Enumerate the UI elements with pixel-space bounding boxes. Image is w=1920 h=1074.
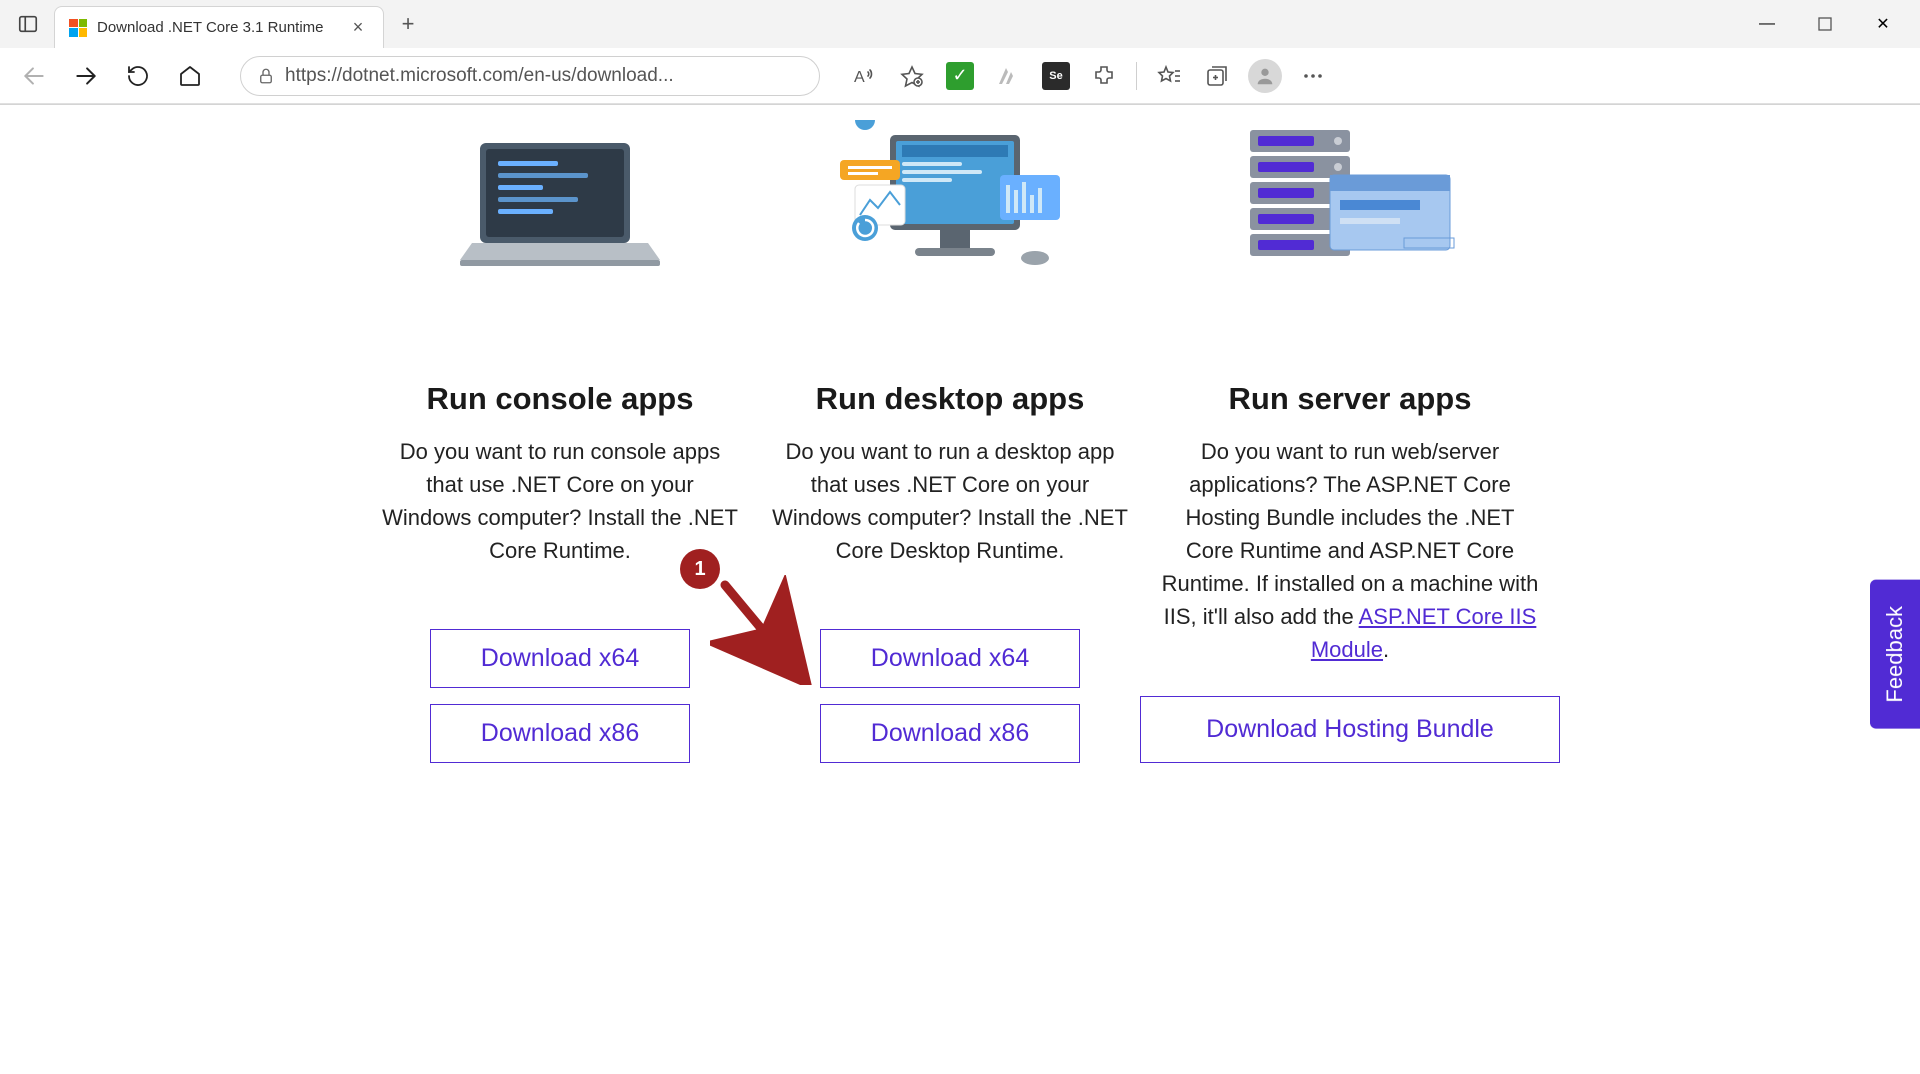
browser-toolbar: https://dotnet.microsoft.com/en-us/downl…	[0, 48, 1920, 104]
console-download-x86-button[interactable]: Download x86	[430, 704, 690, 763]
microsoft-logo-icon	[69, 19, 87, 37]
selenium-extension-button[interactable]: Se	[1034, 54, 1078, 98]
read-aloud-button[interactable]: A	[842, 54, 886, 98]
desktop-illustration	[770, 115, 1130, 285]
desktop-download-x86-button[interactable]: Download x86	[820, 704, 1080, 763]
window-close-button[interactable]: ✕	[1854, 4, 1912, 44]
url-text: https://dotnet.microsoft.com/en-us/downl…	[285, 65, 803, 87]
back-button[interactable]	[12, 54, 56, 98]
column-server: Run server apps Do you want to run web/s…	[1160, 115, 1540, 763]
column-console: Run console apps Do you want to run cons…	[380, 115, 740, 763]
server-download-hosting-bundle-button[interactable]: Download Hosting Bundle	[1140, 696, 1560, 763]
window-controls: — ✕	[1738, 4, 1912, 44]
desktop-download-x64-button[interactable]: Download x64	[820, 629, 1080, 688]
tab-title: Download .NET Core 3.1 Runtime	[97, 19, 337, 36]
browser-tab[interactable]: Download .NET Core 3.1 Runtime ×	[54, 6, 384, 48]
console-illustration	[380, 115, 740, 285]
server-illustration	[1160, 115, 1540, 285]
new-tab-button[interactable]: +	[390, 6, 426, 42]
tab-actions-button[interactable]	[8, 4, 48, 44]
extension-wing-button[interactable]	[986, 54, 1030, 98]
tab-close-button[interactable]: ×	[347, 17, 369, 39]
toolbar-right: A ✓ Se	[842, 54, 1335, 98]
home-button[interactable]	[168, 54, 212, 98]
more-options-button[interactable]	[1291, 54, 1335, 98]
desktop-desc: Do you want to run a desktop app that us…	[770, 435, 1130, 567]
annotation-arrow-icon	[710, 575, 820, 685]
extension-check-button[interactable]: ✓	[938, 54, 982, 98]
address-bar[interactable]: https://dotnet.microsoft.com/en-us/downl…	[240, 56, 820, 96]
extensions-button[interactable]	[1082, 54, 1126, 98]
maximize-button[interactable]	[1796, 4, 1854, 44]
favorites-button[interactable]	[890, 54, 934, 98]
svg-text:A: A	[854, 69, 865, 86]
profile-button[interactable]	[1243, 54, 1287, 98]
separator	[1136, 62, 1137, 90]
browser-chrome: Download .NET Core 3.1 Runtime × + — ✕ h…	[0, 0, 1920, 105]
server-heading: Run server apps	[1160, 381, 1540, 417]
console-download-x64-button[interactable]: Download x64	[430, 629, 690, 688]
refresh-button[interactable]	[116, 54, 160, 98]
annotation-badge-1: 1	[680, 549, 720, 589]
minimize-button[interactable]: —	[1738, 4, 1796, 44]
lock-icon	[257, 67, 275, 85]
desktop-heading: Run desktop apps	[770, 381, 1130, 417]
column-desktop: Run desktop apps Do you want to run a de…	[770, 115, 1130, 763]
page-viewport[interactable]: Run console apps Do you want to run cons…	[0, 105, 1920, 1074]
avatar-icon	[1248, 59, 1282, 93]
content: Run console apps Do you want to run cons…	[360, 105, 1560, 883]
console-desc: Do you want to run console apps that use…	[380, 435, 740, 567]
favorites-list-button[interactable]	[1147, 54, 1191, 98]
collections-button[interactable]	[1195, 54, 1239, 98]
forward-button[interactable]	[64, 54, 108, 98]
tab-strip: Download .NET Core 3.1 Runtime × + — ✕	[0, 0, 1920, 48]
feedback-button[interactable]: Feedback	[1870, 580, 1920, 729]
console-heading: Run console apps	[380, 381, 740, 417]
server-desc: Do you want to run web/server applicatio…	[1160, 435, 1540, 666]
